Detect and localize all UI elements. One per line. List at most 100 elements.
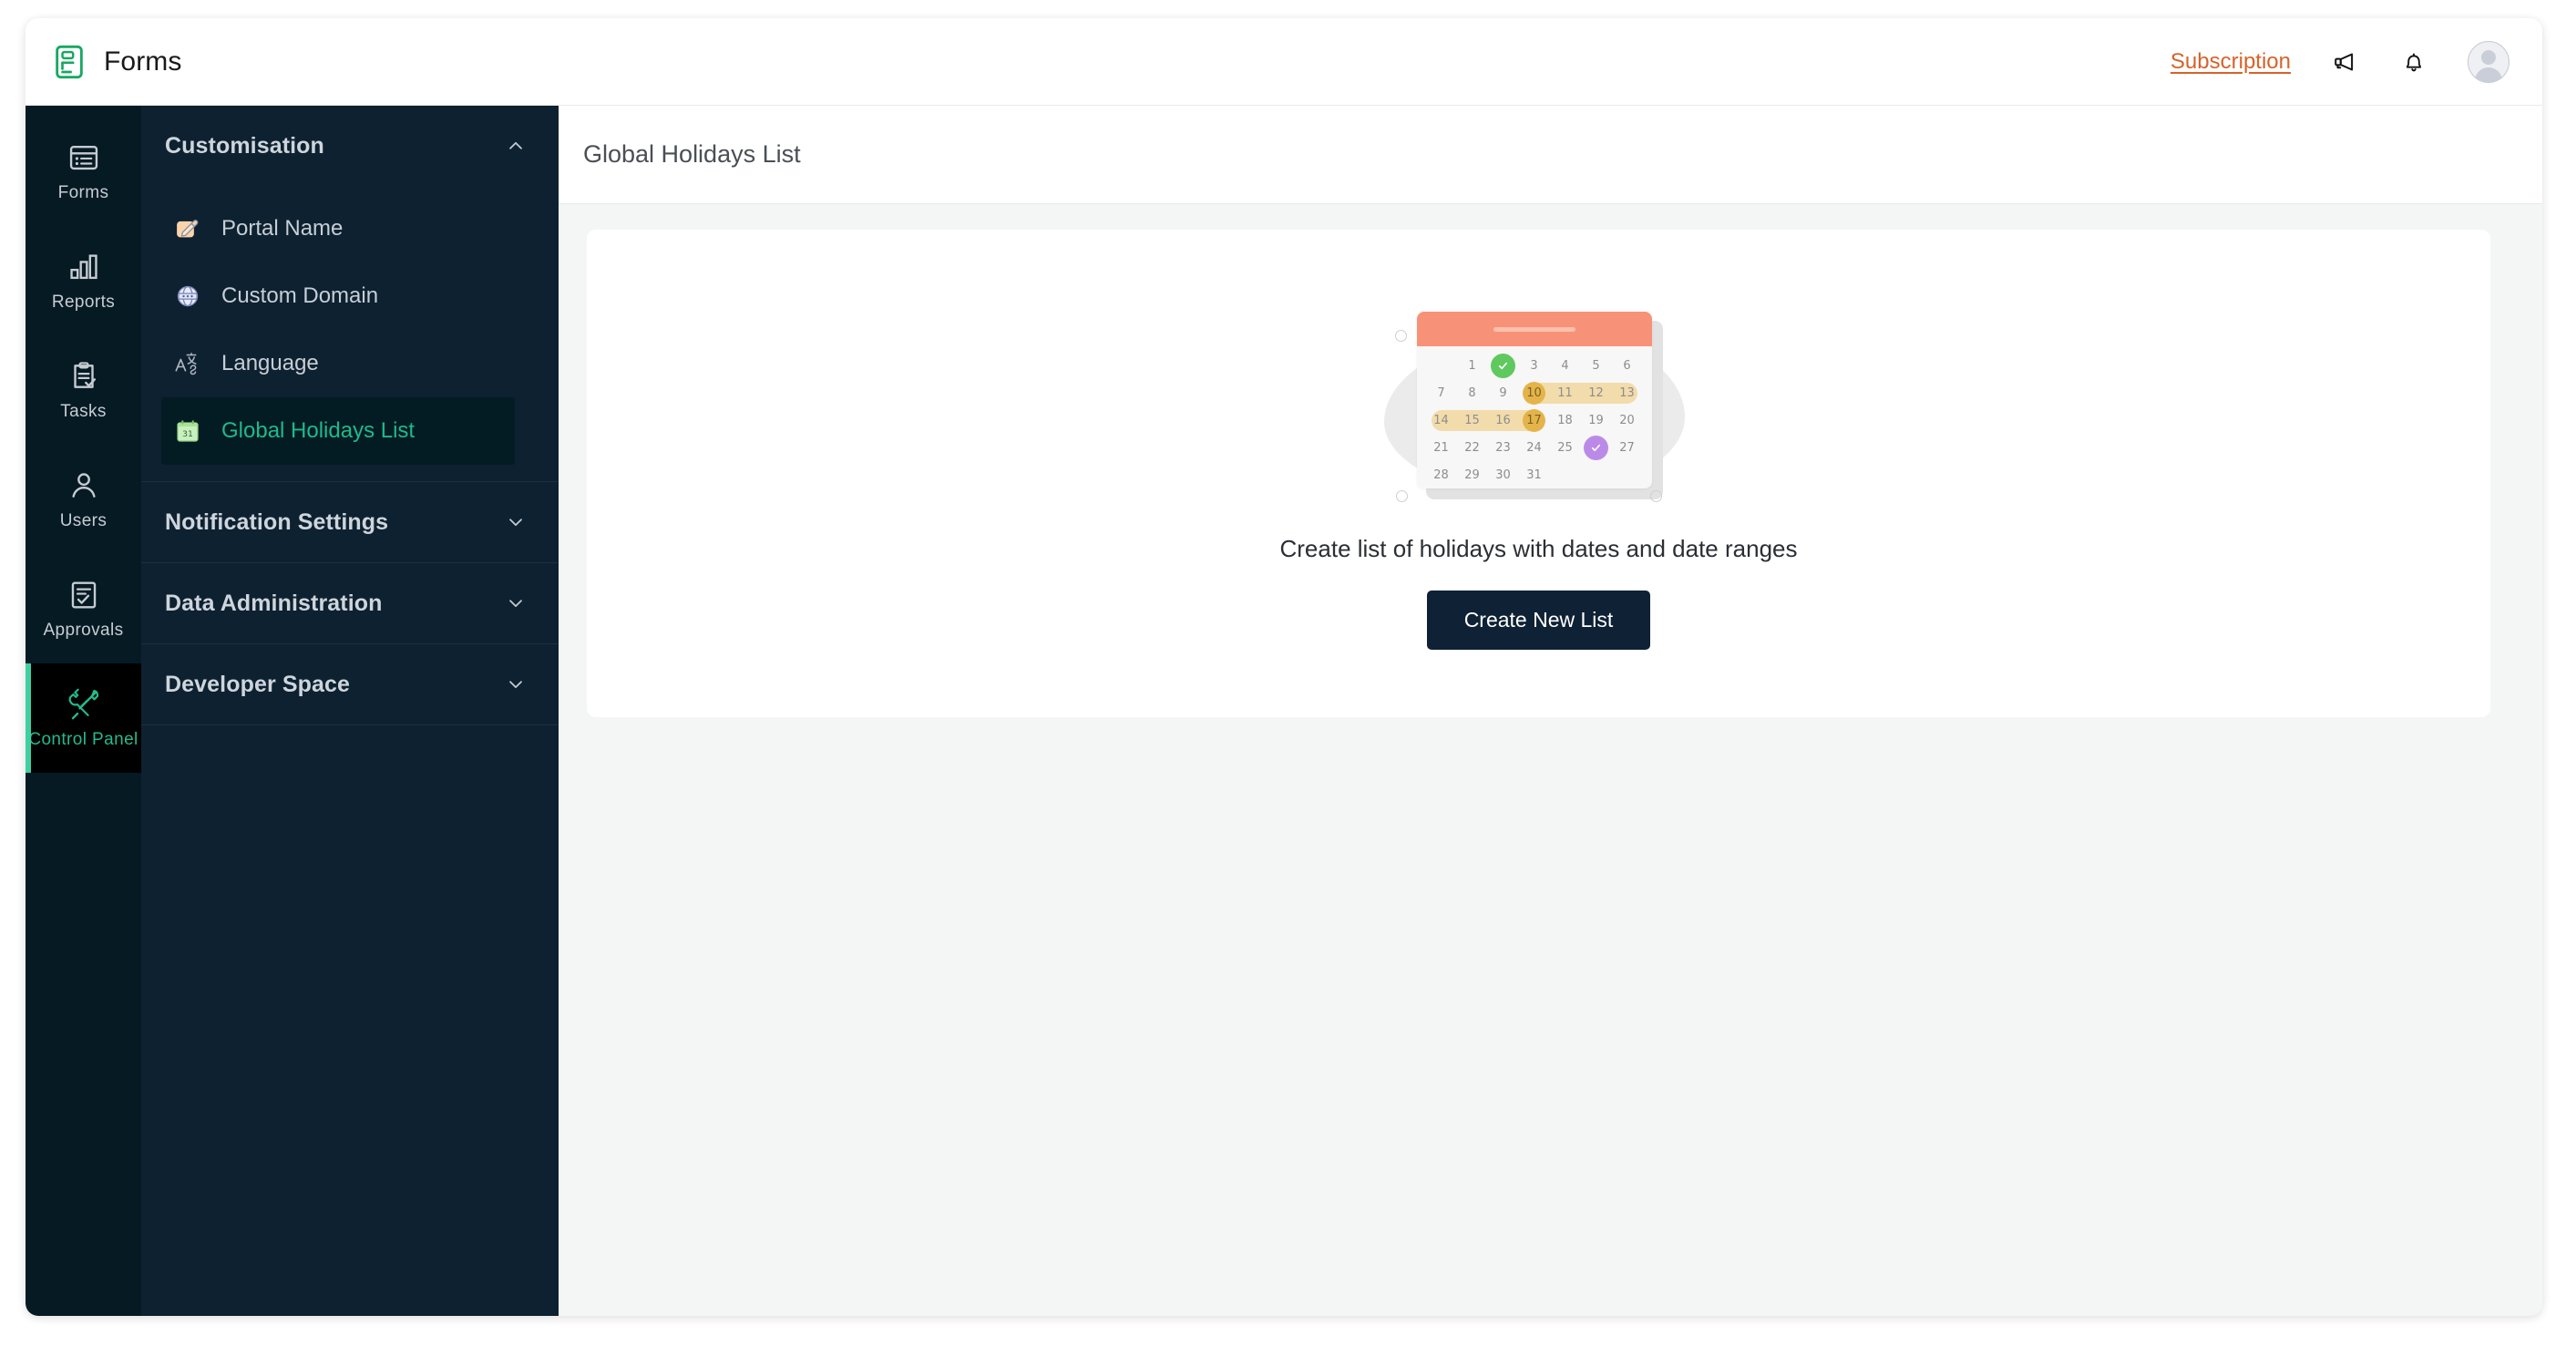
calendar-day-cell: 28 xyxy=(1426,463,1457,488)
calendar-day-number: 7 xyxy=(1437,386,1445,400)
calendar-day-cell: 16 xyxy=(1487,408,1519,433)
body: Forms Reports Tasks Users Approvals Cont… xyxy=(26,106,2542,1316)
calendar-31-icon: 31 xyxy=(177,420,199,442)
calendar-day-cell: 19 xyxy=(1581,408,1612,433)
calendar-day-number: 13 xyxy=(1619,386,1635,400)
decor-ring xyxy=(1395,490,1408,502)
calendar-day-cell xyxy=(1612,463,1643,488)
calendar-day-number: 4 xyxy=(1561,359,1569,373)
calendar-day-number: 5 xyxy=(1592,359,1600,373)
calendar-day-number: 8 xyxy=(1468,386,1476,400)
avatar-body xyxy=(2475,67,2502,82)
sidebar-item-portal-name[interactable]: Portal Name xyxy=(161,195,515,262)
calendar-day-cell: 1 xyxy=(1457,354,1488,378)
brand[interactable]: Forms xyxy=(51,44,182,80)
calendar-day-number: 6 xyxy=(1623,359,1631,373)
page-header: Global Holidays List xyxy=(559,106,2542,204)
rail-item-label: Control Panel xyxy=(28,729,139,749)
subscription-link[interactable]: Subscription xyxy=(2171,49,2291,75)
nav-group-customisation[interactable]: Customisation xyxy=(141,106,559,186)
globe-icon xyxy=(177,285,199,307)
megaphone-icon[interactable] xyxy=(2329,46,2360,77)
sidebar-item-label: Portal Name xyxy=(221,216,344,241)
avatar[interactable] xyxy=(2468,40,2509,83)
nav-group-title: Notification Settings xyxy=(165,508,389,535)
calendar-day-number: 30 xyxy=(1495,468,1511,482)
calendar-day-cell xyxy=(1488,354,1519,378)
translate-icon xyxy=(175,353,197,375)
calendar-day-number: 15 xyxy=(1464,414,1480,427)
sidebar-item-custom-domain[interactable]: Custom Domain xyxy=(161,262,515,330)
rail-item-approvals[interactable]: Approvals xyxy=(26,554,141,663)
calendar-day-cell xyxy=(1550,463,1581,488)
forms-logo-icon xyxy=(56,45,83,78)
calendar-day-number: 9 xyxy=(1499,386,1507,400)
users-icon xyxy=(71,472,96,498)
primary-nav-rail: Forms Reports Tasks Users Approvals Cont… xyxy=(26,106,141,1316)
rail-item-tasks[interactable]: Tasks xyxy=(26,335,141,445)
divider xyxy=(141,724,559,725)
calendar-day-cell: 29 xyxy=(1457,463,1488,488)
calendar-day-cell: 7 xyxy=(1426,381,1457,406)
sidebar-item-label: Global Holidays List xyxy=(221,418,416,443)
nav-group-data-administration[interactable]: Data Administration xyxy=(141,563,559,643)
rail-item-reports[interactable]: Reports xyxy=(26,226,141,335)
rail-item-users[interactable]: Users xyxy=(26,445,141,554)
calendar-day-number: 12 xyxy=(1588,386,1604,400)
calendar-day-cell: 24 xyxy=(1519,436,1550,460)
sidebar-item-language[interactable]: Language xyxy=(161,330,515,397)
decor-ring xyxy=(1394,330,1407,342)
calendar-day-cell: 20 xyxy=(1612,408,1643,433)
rail-item-label: Tasks xyxy=(60,401,107,421)
rail-item-control-panel[interactable]: Control Panel xyxy=(26,663,141,773)
calendar-day-cell: 10 xyxy=(1519,381,1550,406)
empty-state-card: 1 3 4 5 6 7 8 9 10 11 12 13 14 15 16 17 18 19 20 21 22 23 24 25… xyxy=(587,230,2490,717)
portal-name-icon xyxy=(177,220,199,238)
chevron-down-icon xyxy=(509,681,522,689)
calendar-day-cell: 23 xyxy=(1488,436,1519,460)
nav-group-notification-settings[interactable]: Notification Settings xyxy=(141,482,559,562)
calendar-day-cell xyxy=(1426,354,1457,378)
chevron-up-icon xyxy=(509,141,522,149)
nav-group-title: Data Administration xyxy=(165,590,383,616)
calendar-day-cell: 14 xyxy=(1426,408,1457,433)
illustration-calendar: 1 3 4 5 6 7 8 9 10 11 12 13 14 15 16 17 18 19 20 21 22 23 24 25… xyxy=(1416,312,1652,488)
page-title: Global Holidays List xyxy=(583,140,801,168)
chevron-down-icon xyxy=(509,519,522,527)
rail-item-label: Approvals xyxy=(43,620,124,640)
nav-group-items-customisation: Portal Name Custom Domain Language 31 Gl… xyxy=(141,186,559,481)
rail-item-forms[interactable]: Forms xyxy=(26,117,141,226)
chevron-down-icon xyxy=(509,600,522,608)
secondary-sidebar: Customisation Portal Name Custom Domain … xyxy=(141,106,559,1316)
sidebar-item-global-holidays-list[interactable]: 31 Global Holidays List xyxy=(161,397,515,465)
nav-group-developer-space[interactable]: Developer Space xyxy=(141,644,559,724)
bell-icon[interactable] xyxy=(2398,46,2429,77)
svg-text:31: 31 xyxy=(182,429,193,439)
calendar-day-number: 16 xyxy=(1495,414,1511,427)
calendar-day-cell: 22 xyxy=(1457,436,1488,460)
calendar-illustration: 1 3 4 5 6 7 8 9 10 11 12 13 14 15 16 17 18 19 20 21 22 23 24 25… xyxy=(1383,297,1694,520)
calendar-header-bar xyxy=(1416,312,1652,346)
content-scroll: 1 3 4 5 6 7 8 9 10 11 12 13 14 15 16 17 18 19 20 21 22 23 24 25… xyxy=(559,204,2542,1316)
calendar-day-cell: 11 xyxy=(1549,381,1581,406)
sidebar-item-label: Language xyxy=(221,351,319,375)
nav-group-title: Customisation xyxy=(165,132,324,159)
rail-item-label: Users xyxy=(59,510,108,530)
calendar-day-cell: 17 xyxy=(1518,408,1550,433)
top-bar: Forms Subscription xyxy=(26,18,2542,106)
calendar-grid: 1 3 4 5 6 7 8 9 10 11 12 13 14 15 16 17 18 19 20 21 22 23 24 25… xyxy=(1417,346,1652,488)
calendar-day-cell: 5 xyxy=(1581,354,1612,378)
calendar-day-cell: 15 xyxy=(1456,408,1488,433)
create-new-list-button[interactable]: Create New List xyxy=(1426,591,1651,650)
calendar-day-cell: 27 xyxy=(1612,436,1643,460)
calendar-title-placeholder xyxy=(1493,326,1575,332)
top-bar-actions: Subscription xyxy=(2171,40,2509,83)
calendar-day-number: 11 xyxy=(1557,386,1573,400)
calendar-day-cell: 3 xyxy=(1519,354,1550,378)
calendar-day-number: 25 xyxy=(1557,441,1573,455)
calendar-day-cell xyxy=(1581,436,1612,460)
calendar-day-cell: 18 xyxy=(1550,408,1581,433)
empty-state-message: Create list of holidays with dates and d… xyxy=(1279,535,1798,562)
forms-icon xyxy=(69,145,97,170)
control-panel-icon xyxy=(68,688,98,719)
